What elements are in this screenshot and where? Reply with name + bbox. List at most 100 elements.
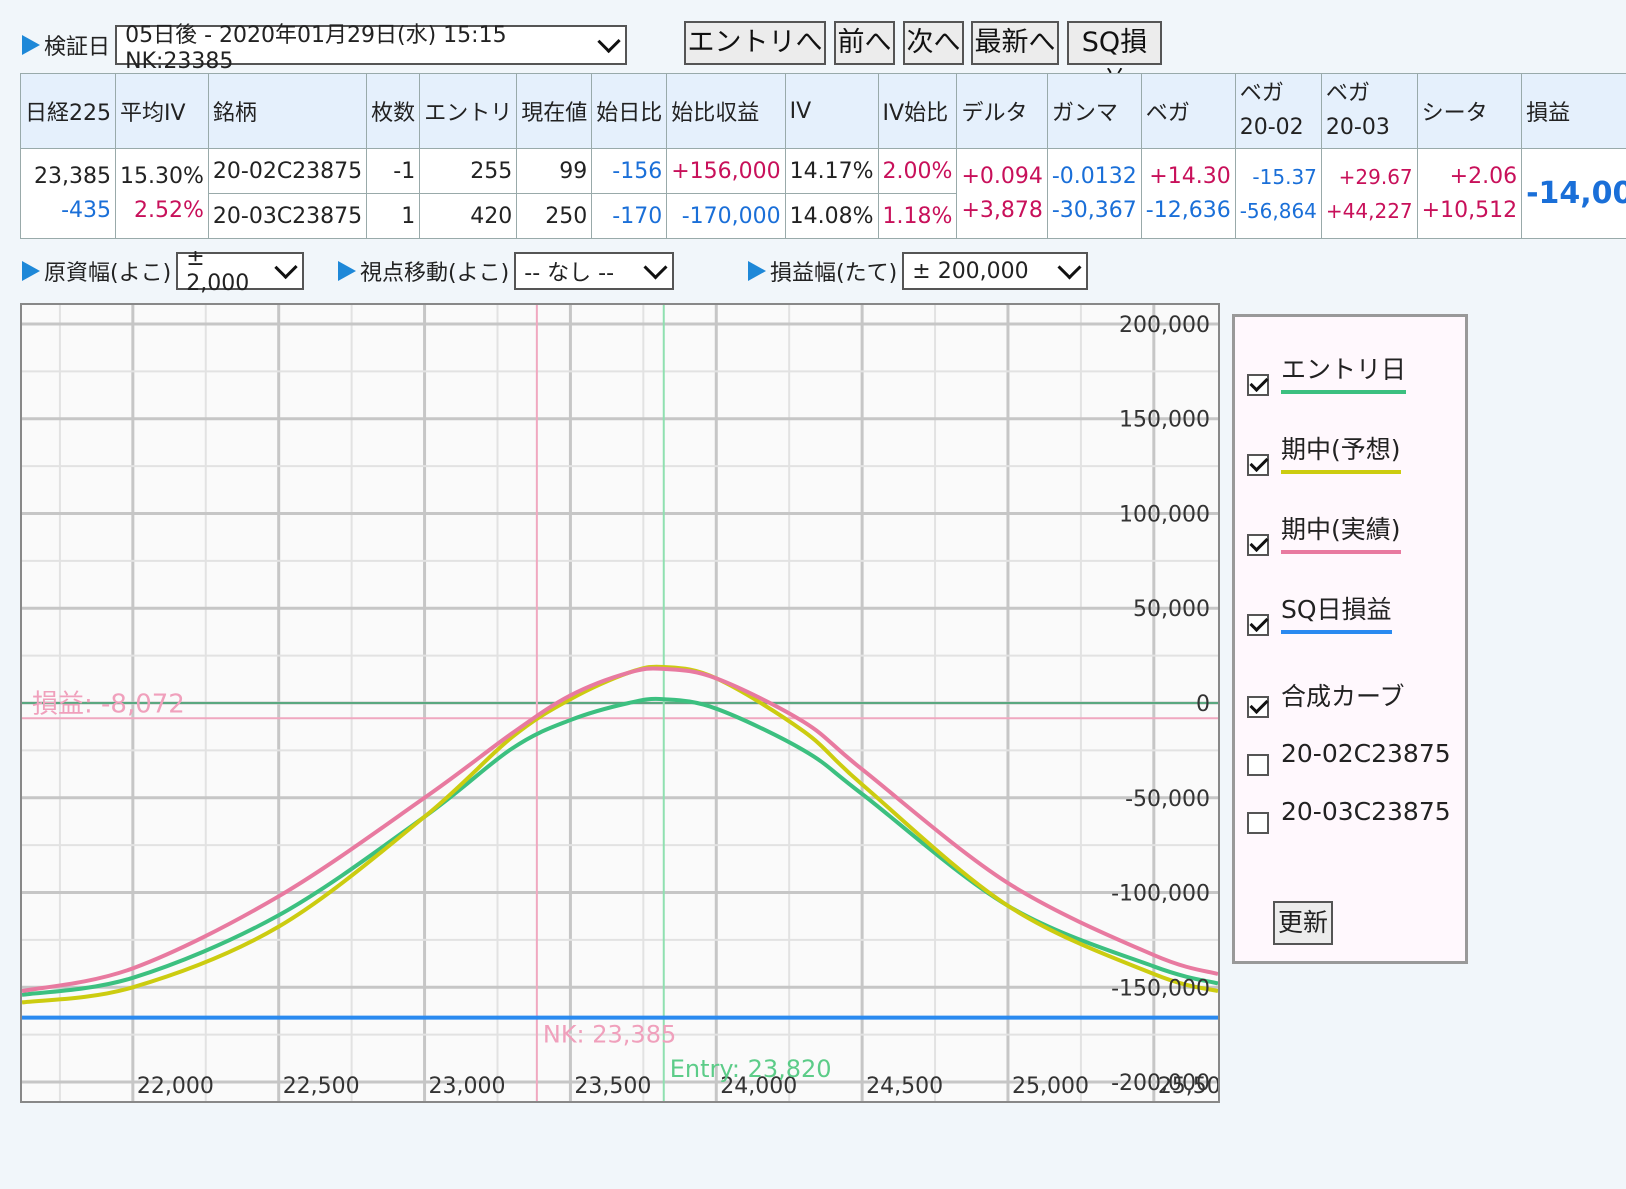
vega-unit: +14.30 — [1149, 163, 1231, 189]
pnl-chart[interactable]: 200,000 150,000 100,000 50,000 0 -50,000 -100,… — [20, 303, 1220, 1103]
current-cell: 250 — [516, 193, 593, 239]
header-current: 現在値 — [516, 73, 593, 149]
iv-diff-cell: 2.00% — [877, 148, 958, 194]
latest-button[interactable]: 最新へ — [971, 21, 1059, 65]
legend-item-actual[interactable]: 期中(実績) — [1247, 515, 1401, 558]
entry-cell: 255 — [419, 148, 518, 194]
legend-item-sq-day[interactable]: SQ日損益 — [1247, 595, 1392, 638]
delta-unit: +0.094 — [961, 163, 1043, 189]
view-select[interactable]: -- なし -- — [514, 252, 675, 290]
header-vega-2003-bottom: 20-03 — [1325, 115, 1390, 140]
vega-2003-total: +44,227 — [1325, 198, 1413, 223]
y-tick-label: -50,000 — [1125, 787, 1210, 812]
pnl-annotation: 損益: -8,072 — [32, 689, 185, 719]
triangle-icon — [748, 261, 766, 281]
legend-item-2002c[interactable]: 20-02C23875 — [1247, 739, 1451, 778]
header-pnl-diff: 始比収益 — [666, 73, 786, 149]
legend-forecast-checkbox[interactable] — [1247, 454, 1269, 476]
view-control: 視点移動(よこ) -- なし -- — [338, 252, 675, 290]
chevron-down-icon — [1057, 254, 1082, 280]
header-vega-2003-top: ベガ — [1325, 81, 1370, 106]
vega-2002-unit: -15.37 — [1252, 164, 1317, 189]
header-qty: 枚数 — [366, 73, 421, 149]
legend-item-composite[interactable]: 合成カーブ — [1247, 682, 1405, 720]
header-issue: 銘柄 — [207, 73, 368, 149]
range-select[interactable]: ± 2,000 — [176, 246, 305, 296]
legend-composite-checkbox[interactable] — [1247, 696, 1269, 718]
nikkei-change: -435 — [61, 197, 111, 223]
header-day-diff: 始日比 — [591, 73, 668, 149]
avg-iv-cell: 15.30% 2.52% — [115, 148, 209, 239]
table-row: 23,385 -435 15.30% 2.52% 20-02C23875 -1 … — [20, 148, 1626, 239]
avg-iv-value: 15.30% — [120, 163, 204, 189]
iv-diff-cell: 1.18% — [877, 193, 958, 239]
entry-annotation: Entry: 23,820 — [670, 1055, 832, 1083]
delta-cell: +0.094 +3,878 — [956, 148, 1048, 239]
gamma-total: -30,367 — [1051, 197, 1137, 223]
table-header-row: 日経225 平均IV 銘柄 枚数 エントリ 現在値 始日比 始比収益 IV IV… — [20, 73, 1626, 149]
triangle-icon — [22, 261, 40, 281]
y-tick-label: 150,000 — [1119, 408, 1210, 433]
nikkei-cell: 23,385 -435 — [20, 148, 116, 239]
x-tick-label: 23,000 — [429, 1074, 506, 1099]
pnl-range-value: ± 200,000 — [912, 258, 1029, 284]
range-control: 原資幅(よこ) ± 2,000 — [22, 246, 305, 296]
legend-sq-day-checkbox[interactable] — [1247, 614, 1269, 636]
verify-date-select[interactable]: 05日後 - 2020年01月29日(水) 15:15 NK:23385 — [115, 23, 628, 74]
vega-2003-unit: +29.67 — [1338, 164, 1413, 189]
y-tick-label: 0 — [1196, 692, 1210, 717]
issue-cell: 20-02C23875 — [207, 148, 368, 194]
day-diff-cell: -170 — [591, 193, 668, 239]
theta-unit: +2.06 — [1449, 163, 1518, 189]
chart-controls: 原資幅(よこ) ± 2,000 視点移動(よこ) -- なし -- 損益幅(たて… — [22, 246, 1132, 296]
positions-table: 日経225 平均IV 銘柄 枚数 エントリ 現在値 始日比 始比収益 IV IV… — [20, 73, 1626, 239]
verify-date-label: 検証日 — [44, 35, 111, 60]
header-iv-diff: IV始比 — [877, 73, 958, 149]
chevron-down-icon — [274, 255, 298, 279]
triangle-icon — [22, 35, 40, 55]
legend-actual-checkbox[interactable] — [1247, 534, 1269, 556]
legend-entry-day-checkbox[interactable] — [1247, 374, 1269, 396]
delta-total: +3,878 — [961, 197, 1043, 223]
y-tick-label: -150,000 — [1111, 976, 1210, 1001]
pnl-diff-cell: +156,000 — [666, 148, 786, 194]
legend-item-forecast[interactable]: 期中(予想) — [1247, 435, 1401, 478]
total-pnl: -14,000 — [1521, 148, 1626, 239]
entry-button[interactable]: エントリへ — [684, 21, 826, 65]
x-tick-label: 25,000 — [1012, 1074, 1089, 1099]
y-tick-label: 200,000 — [1119, 313, 1210, 338]
header-gamma: ガンマ — [1046, 73, 1142, 149]
header-delta: デルタ — [956, 73, 1048, 149]
pnl-diff-cell: -170,000 — [666, 193, 786, 239]
triangle-icon — [338, 261, 356, 281]
pnl-range-select[interactable]: ± 200,000 — [902, 252, 1089, 290]
legend-forecast-label: 期中(予想) — [1281, 430, 1401, 474]
vega-2002-cell: -15.37 -56,864 — [1234, 148, 1322, 239]
pnl-chart-svg: 200,000 150,000 100,000 50,000 0 -50,000 -100,… — [22, 305, 1218, 1101]
legend-2002c-checkbox[interactable] — [1247, 754, 1269, 776]
legend-item-entry-day[interactable]: エントリ日 — [1247, 355, 1407, 398]
series-line-1 — [22, 696, 1218, 997]
x-tick-label: 25,500 — [1158, 1074, 1218, 1099]
legend-composite-label: 合成カーブ — [1281, 682, 1405, 711]
next-button[interactable]: 次へ — [903, 21, 964, 65]
legend-2002c-label: 20-02C23875 — [1281, 738, 1451, 768]
series-line-3 — [22, 666, 1218, 994]
legend-sq-day-label: SQ日損益 — [1281, 590, 1392, 634]
vega-cell: +14.30 -12,636 — [1140, 148, 1236, 239]
chart-legend: エントリ日 期中(予想) 期中(実績) SQ日損益 合成カーブ 20-02C23… — [1232, 314, 1468, 964]
header-vega-2003: ベガ 20-03 — [1320, 73, 1418, 149]
issue-cell: 20-03C23875 — [207, 193, 368, 239]
prev-button[interactable]: 前へ — [834, 21, 895, 65]
update-button[interactable]: 更新 — [1273, 901, 1333, 945]
iv-cell: 14.17% — [784, 148, 879, 194]
legend-item-2003c[interactable]: 20-03C23875 — [1247, 797, 1451, 836]
header-vega-2002: ベガ 20-02 — [1234, 73, 1322, 149]
chevron-down-icon — [597, 29, 621, 53]
legend-2003c-checkbox[interactable] — [1247, 812, 1269, 834]
sq-pnl-button[interactable]: SQ損益 — [1067, 21, 1162, 98]
gamma-unit: -0.0132 — [1051, 163, 1137, 189]
x-tick-label: 22,500 — [283, 1074, 360, 1099]
y-tick-label: 100,000 — [1119, 502, 1210, 527]
header-avg-iv: 平均IV — [115, 73, 209, 149]
